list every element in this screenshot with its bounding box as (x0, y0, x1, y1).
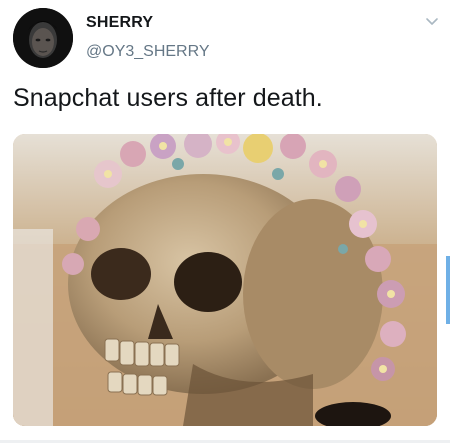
tweet-text: Snapchat users after death. (13, 84, 323, 112)
display-name[interactable]: SHERRY (86, 14, 153, 32)
chevron-down-icon[interactable] (424, 14, 440, 28)
avatar-image (13, 8, 73, 68)
user-handle[interactable]: @OY3_SHERRY (86, 43, 210, 61)
skull-with-flowers-photo (13, 134, 437, 426)
avatar[interactable] (13, 8, 73, 68)
tweet-media-image[interactable] (13, 134, 437, 426)
scroll-indicator (446, 256, 450, 324)
